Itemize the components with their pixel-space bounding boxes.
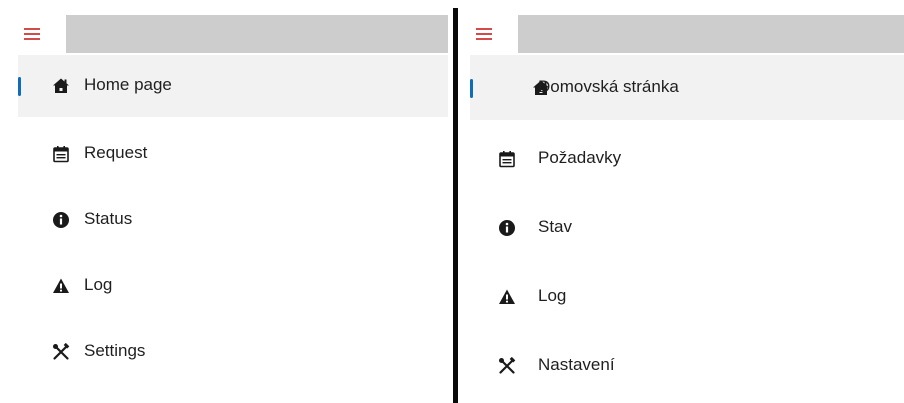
nav-label-settings: Settings	[84, 341, 146, 360]
info-icon	[498, 219, 516, 237]
nav-label-home: Domovská stránka	[538, 77, 679, 96]
nav-item-request[interactable]: Request	[0, 121, 452, 187]
warning-icon	[52, 277, 70, 295]
nav-label-status: Stav	[538, 217, 573, 236]
calendar-icon	[52, 145, 70, 163]
active-indicator	[470, 79, 473, 98]
nav-label-home: Home page	[84, 75, 172, 94]
nav-item-status[interactable]: Stav	[458, 193, 904, 262]
search-input[interactable]	[518, 15, 904, 53]
nav-label-log: Log	[538, 286, 567, 305]
warning-icon	[498, 288, 516, 306]
info-icon	[52, 211, 70, 229]
nav-label-settings: Nastavení	[538, 355, 615, 374]
top-bar	[18, 15, 448, 53]
nav-label-log: Log	[84, 275, 113, 294]
nav-panel-czech: Domovská stránka Požadavky Stav Log Nast…	[458, 0, 904, 403]
nav-panel-english: Home page Request Status Log Settings	[0, 0, 452, 403]
nav-item-home[interactable]: Home page	[18, 55, 448, 117]
calendar-icon	[498, 150, 516, 168]
active-indicator	[18, 77, 21, 96]
top-bar	[470, 15, 904, 53]
nav-item-status[interactable]: Status	[0, 187, 452, 253]
nav-item-settings[interactable]: Nastavení	[458, 331, 904, 400]
nav-item-log[interactable]: Log	[0, 253, 452, 319]
nav-label-request: Request	[84, 143, 148, 162]
nav-item-request[interactable]: Požadavky	[458, 124, 904, 193]
hamburger-menu-icon[interactable]	[470, 21, 496, 45]
nav-item-home[interactable]: Domovská stránka	[470, 55, 904, 120]
nav-item-log[interactable]: Log	[458, 262, 904, 331]
tools-icon	[498, 357, 516, 375]
hamburger-menu-icon[interactable]	[18, 21, 44, 45]
home-icon	[52, 77, 70, 95]
nav-list: Home page Request Status Log Settings	[0, 55, 452, 385]
nav-label-status: Status	[84, 209, 133, 228]
nav-list: Domovská stránka Požadavky Stav Log Nast…	[458, 55, 904, 400]
search-input[interactable]	[66, 15, 448, 53]
nav-item-settings[interactable]: Settings	[0, 319, 452, 385]
nav-label-request: Požadavky	[538, 148, 622, 167]
tools-icon	[52, 343, 70, 361]
